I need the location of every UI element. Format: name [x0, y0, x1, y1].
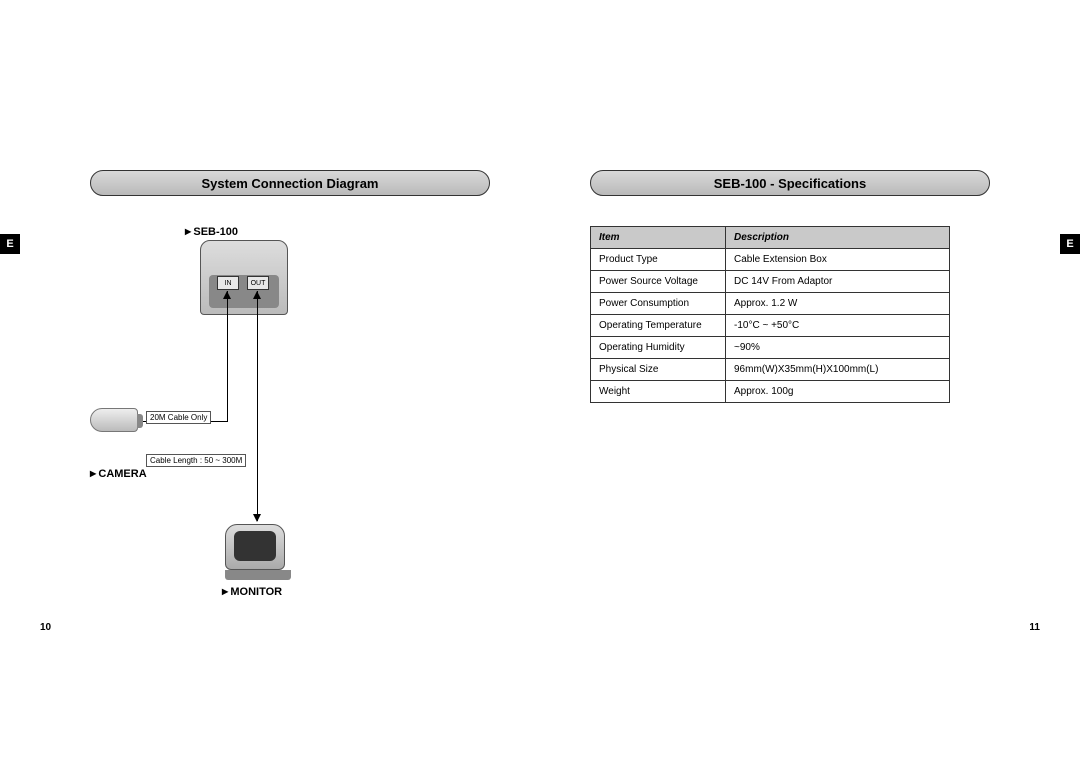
seb100-device-icon — [200, 240, 288, 315]
cell-item: Product Type — [591, 249, 726, 271]
arrow-camera-to-seb — [227, 291, 228, 421]
side-tab-left: E — [0, 234, 20, 254]
table-row: Operating Humidity ~90% — [591, 337, 950, 359]
cell-item: Operating Temperature — [591, 315, 726, 337]
page-spread: E System Connection Diagram SEB-100 IN O… — [0, 0, 1080, 763]
cell-desc: DC 14V From Adaptor — [726, 271, 950, 293]
section-title-right: SEB-100 - Specifications — [590, 170, 990, 196]
label-seb100: SEB-100 — [185, 226, 238, 238]
cell-item: Power Source Voltage — [591, 271, 726, 293]
cell-desc: -10°C ~ +50°C — [726, 315, 950, 337]
table-row: Weight Approx. 100g — [591, 381, 950, 403]
cable-only-note: 20M Cable Only — [146, 411, 211, 424]
arrow-seb-to-monitor — [257, 291, 258, 521]
cell-desc: Approx. 100g — [726, 381, 950, 403]
th-item: Item — [591, 227, 726, 249]
cell-desc: Cable Extension Box — [726, 249, 950, 271]
page-number-left: 10 — [40, 622, 51, 633]
page-left: E System Connection Diagram SEB-100 IN O… — [0, 0, 540, 763]
specifications-table: Item Description Product Type Cable Exte… — [590, 226, 950, 403]
cell-item: Operating Humidity — [591, 337, 726, 359]
cell-item: Power Consumption — [591, 293, 726, 315]
label-camera: CAMERA — [90, 468, 147, 480]
cell-desc: ~90% — [726, 337, 950, 359]
table-row: Product Type Cable Extension Box — [591, 249, 950, 271]
port-in: IN — [217, 276, 239, 290]
side-tab-right: E — [1060, 234, 1080, 254]
section-title-left: System Connection Diagram — [90, 170, 490, 196]
cell-desc: Approx. 1.2 W — [726, 293, 950, 315]
table-row: Power Source Voltage DC 14V From Adaptor — [591, 271, 950, 293]
cell-item: Physical Size — [591, 359, 726, 381]
table-row: Operating Temperature -10°C ~ +50°C — [591, 315, 950, 337]
camera-icon — [90, 408, 138, 432]
arrowhead-in-icon — [223, 291, 231, 299]
arrowhead-out-up-icon — [253, 291, 261, 299]
monitor-screen — [234, 531, 276, 561]
page-number-right: 11 — [1029, 622, 1040, 633]
monitor-icon — [225, 524, 291, 580]
monitor-base — [225, 570, 291, 580]
table-header-row: Item Description — [591, 227, 950, 249]
cable-length-note: Cable Length : 50 ~ 300M — [146, 454, 246, 467]
table-row: Power Consumption Approx. 1.2 W — [591, 293, 950, 315]
monitor-body — [225, 524, 285, 570]
cell-item: Weight — [591, 381, 726, 403]
th-desc: Description — [726, 227, 950, 249]
label-monitor: MONITOR — [222, 586, 282, 598]
table-row: Physical Size 96mm(W)X35mm(H)X100mm(L) — [591, 359, 950, 381]
cell-desc: 96mm(W)X35mm(H)X100mm(L) — [726, 359, 950, 381]
page-right: E SEB-100 - Specifications Item Descript… — [540, 0, 1080, 763]
arrowhead-out-down-icon — [253, 514, 261, 522]
port-out: OUT — [247, 276, 269, 290]
connection-diagram: SEB-100 IN OUT 20M Cable Only Cable Leng… — [90, 226, 410, 586]
